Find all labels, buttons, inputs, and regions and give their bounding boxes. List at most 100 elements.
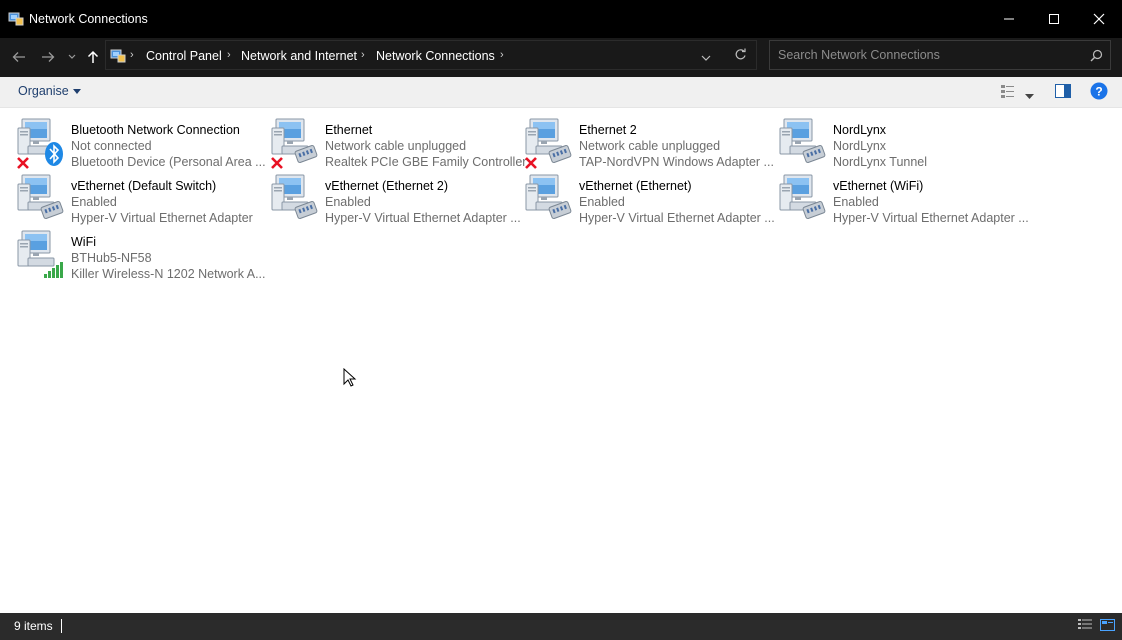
- connection-name: vEthernet (WiFi): [833, 179, 924, 193]
- view-options-icon: [1001, 85, 1014, 98]
- connection-name: NordLynx: [833, 123, 887, 137]
- minimize-button[interactable]: [986, 0, 1032, 38]
- network-connections-app-icon: [8, 12, 24, 26]
- connection-status: NordLynx: [833, 139, 887, 153]
- organise-menu-button[interactable]: Organise: [18, 84, 81, 98]
- preview-pane-button[interactable]: [1055, 84, 1071, 103]
- connection-name: Ethernet: [325, 123, 373, 137]
- title-bar: Network Connections: [0, 0, 1122, 38]
- connection-item-ethernet-2[interactable]: Ethernet 2 Network cable unplugged TAP-N…: [524, 116, 774, 170]
- up-button[interactable]: [83, 44, 103, 70]
- connection-item-vethernet-default-switch[interactable]: vEthernet (Default Switch) Enabled Hyper…: [16, 172, 266, 226]
- breadcrumb-control-panel[interactable]: Control Panel: [146, 49, 222, 63]
- network-adapter-icon: [524, 172, 576, 226]
- refresh-button[interactable]: [734, 48, 747, 66]
- network-adapter-icon: [270, 172, 322, 226]
- command-bar: Organise ?: [0, 77, 1122, 108]
- connection-status: Network cable unplugged: [325, 139, 467, 153]
- network-adapter-icon: [270, 116, 322, 170]
- arrow-right-icon: [42, 52, 55, 62]
- breadcrumb-network-connections[interactable]: Network Connections: [376, 49, 495, 63]
- address-dropdown-button[interactable]: [701, 49, 711, 67]
- large-icons-view-button[interactable]: [1100, 618, 1116, 637]
- network-adapter-icon: [16, 172, 68, 226]
- breadcrumb-network-and-internet[interactable]: Network and Internet: [241, 49, 357, 63]
- connection-name: Ethernet 2: [579, 123, 637, 137]
- search-input[interactable]: [778, 47, 1078, 63]
- connection-device: Hyper-V Virtual Ethernet Adapter ...: [325, 211, 521, 225]
- minimize-icon: [1004, 18, 1014, 20]
- chevron-down-icon: [68, 54, 76, 59]
- arrow-up-icon: [87, 50, 99, 63]
- svg-text:?: ?: [1095, 85, 1102, 99]
- preview-pane-icon: [1055, 84, 1071, 98]
- connection-status: Network cable unplugged: [579, 139, 721, 153]
- help-button[interactable]: ?: [1090, 82, 1108, 105]
- back-button[interactable]: [8, 44, 30, 70]
- network-adapter-icon: [778, 172, 830, 226]
- refresh-icon: [735, 48, 746, 60]
- details-view-icon: [1078, 619, 1092, 629]
- connection-status: Enabled: [833, 195, 879, 209]
- caret-down-icon: [1025, 94, 1034, 99]
- connection-item-wifi[interactable]: WiFi BTHub5-NF58 Killer Wireless-N 1202 …: [16, 228, 266, 282]
- connection-item-vethernet-ethernet-2[interactable]: vEthernet (Ethernet 2) Enabled Hyper-V V…: [270, 172, 521, 226]
- status-divider: [61, 619, 62, 633]
- address-bar[interactable]: › Control Panel › Network and Internet ›…: [105, 40, 757, 70]
- search-icon[interactable]: [1090, 49, 1103, 62]
- connection-device: Killer Wireless-N 1202 Network A...: [71, 267, 266, 281]
- connections-view: Bluetooth Network Connection Not connect…: [0, 108, 1122, 613]
- connection-name: WiFi: [71, 235, 96, 249]
- status-bar: 9 items: [0, 613, 1122, 640]
- connection-device: Bluetooth Device (Personal Area ...: [71, 155, 266, 169]
- help-icon: ?: [1090, 82, 1108, 100]
- large-icons-view-icon: [1100, 619, 1115, 631]
- arrow-left-icon: [12, 52, 25, 62]
- connection-item-vethernet-wifi[interactable]: vEthernet (WiFi) Enabled Hyper-V Virtual…: [778, 172, 1029, 226]
- network-adapter-icon: [524, 116, 576, 170]
- window-title: Network Connections: [29, 12, 148, 26]
- close-icon: [1093, 13, 1105, 25]
- breadcrumb-separator[interactable]: ›: [361, 49, 365, 61]
- mouse-cursor-icon: [343, 368, 357, 387]
- connection-status: Not connected: [71, 139, 152, 153]
- maximize-icon: [1049, 14, 1059, 24]
- address-toolbar: › Control Panel › Network and Internet ›…: [0, 38, 1122, 77]
- caret-down-icon: [72, 88, 81, 94]
- close-button[interactable]: [1076, 0, 1122, 38]
- network-adapter-icon: [16, 116, 68, 170]
- connection-item-nordlynx[interactable]: NordLynx NordLynx NordLynx Tunnel: [778, 116, 1028, 170]
- connection-device: Realtek PCIe GBE Family Controller: [325, 155, 527, 169]
- chevron-down-icon: [701, 55, 711, 61]
- search-box[interactable]: [769, 40, 1111, 70]
- connection-device: NordLynx Tunnel: [833, 155, 928, 169]
- breadcrumb-separator[interactable]: ›: [227, 49, 231, 61]
- control-panel-icon: [110, 49, 126, 63]
- connection-status: Enabled: [71, 195, 117, 209]
- network-adapter-icon: [778, 116, 830, 170]
- connection-item-ethernet[interactable]: Ethernet Network cable unplugged Realtek…: [270, 116, 526, 170]
- more-view-options-button[interactable]: [1025, 87, 1034, 105]
- connection-status: BTHub5-NF58: [71, 251, 152, 265]
- connection-item-bluetooth[interactable]: Bluetooth Network Connection Not connect…: [16, 116, 266, 170]
- connection-name: vEthernet (Ethernet): [579, 179, 692, 193]
- details-view-button[interactable]: [1077, 618, 1093, 637]
- breadcrumb-separator[interactable]: ›: [500, 49, 504, 61]
- connection-status: Enabled: [579, 195, 625, 209]
- breadcrumb-separator: ›: [130, 49, 134, 61]
- connection-name: vEthernet (Default Switch): [71, 179, 217, 193]
- maximize-button[interactable]: [1031, 0, 1077, 38]
- connection-name: Bluetooth Network Connection: [71, 123, 240, 137]
- organise-label: Organise: [18, 84, 69, 98]
- connection-device: Hyper-V Virtual Ethernet Adapter ...: [833, 211, 1029, 225]
- connection-item-vethernet-ethernet[interactable]: vEthernet (Ethernet) Enabled Hyper-V Vir…: [524, 172, 775, 226]
- item-count: 9 items: [14, 619, 53, 633]
- change-view-button[interactable]: [1000, 84, 1016, 103]
- connection-device: Hyper-V Virtual Ethernet Adapter ...: [579, 211, 775, 225]
- connection-device: Hyper-V Virtual Ethernet Adapter: [71, 211, 253, 225]
- network-adapter-icon: [16, 228, 68, 282]
- connection-device: TAP-NordVPN Windows Adapter ...: [579, 155, 774, 169]
- connection-status: Enabled: [325, 195, 371, 209]
- forward-button[interactable]: [37, 44, 59, 70]
- recent-locations-button[interactable]: [64, 44, 80, 70]
